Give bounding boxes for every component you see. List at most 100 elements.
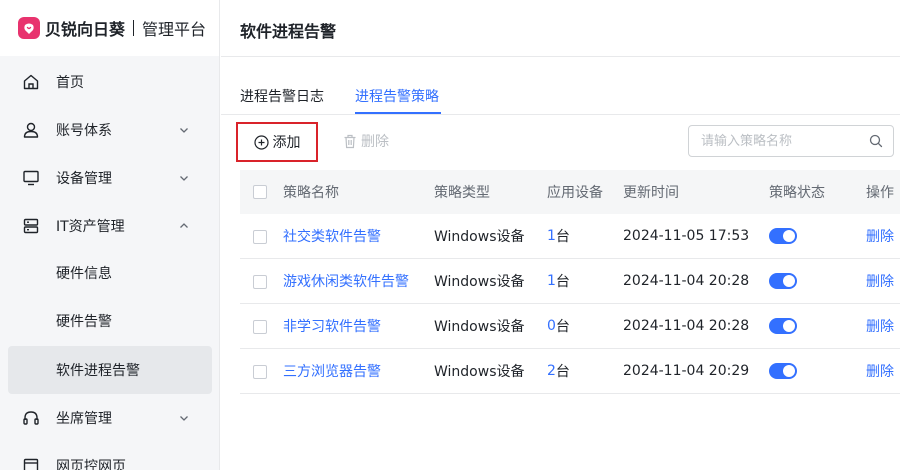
plus-circle-icon [253, 134, 269, 150]
delete-link[interactable]: 删除 [866, 214, 894, 258]
policy-name-link[interactable]: 非学习软件告警 [283, 304, 381, 348]
row-checkbox[interactable] [253, 230, 267, 244]
policy-name-link[interactable]: 三方浏览器告警 [283, 349, 381, 393]
row-checkbox[interactable] [253, 320, 267, 334]
device-unit: 台 [555, 274, 570, 290]
delete-button-label: 删除 [361, 134, 389, 150]
device-count: 1台 [547, 259, 570, 303]
sidebar-item-it-assets[interactable]: IT资产管理 [8, 203, 212, 249]
sidebar-item-hardware-info[interactable]: 硬件信息 [8, 250, 212, 296]
column-header-actions: 操作 [866, 185, 894, 201]
chevron-up-icon [180, 223, 188, 228]
search-icon[interactable] [869, 134, 883, 148]
updated-time: 2024-11-04 20:28 [623, 318, 750, 334]
brand-subtitle: 管理平台 [142, 20, 207, 39]
add-button[interactable]: 添加 [236, 122, 318, 162]
chevron-down-icon [180, 176, 188, 181]
tabs-divider [221, 114, 900, 115]
page-title: 软件进程告警 [240, 22, 337, 41]
delete-link[interactable]: 删除 [866, 349, 894, 393]
policy-type: Windows设备 [434, 319, 525, 335]
sidebar-item-label: 首页 [56, 75, 84, 91]
sunlogin-logo-icon [18, 17, 40, 39]
row-checkbox[interactable] [253, 275, 267, 289]
brand-divider [133, 20, 135, 36]
sidebar-item-hardware-alerts[interactable]: 硬件告警 [8, 298, 212, 344]
status-toggle[interactable] [769, 363, 797, 379]
sidebar-item-software-process-alerts[interactable]: 软件进程告警 [8, 346, 212, 394]
delete-button[interactable]: 删除 [343, 131, 389, 151]
status-cell [769, 214, 797, 258]
sidebar-item-devices[interactable]: 设备管理 [8, 155, 212, 201]
status-toggle[interactable] [769, 318, 797, 334]
status-toggle[interactable] [769, 273, 797, 289]
row-checkbox[interactable] [253, 365, 267, 379]
status-toggle[interactable] [769, 228, 797, 244]
search-box [688, 125, 894, 157]
policy-type: Windows设备 [434, 229, 525, 245]
add-button-label: 添加 [272, 135, 301, 151]
tab-alert-log[interactable]: 进程告警日志 [240, 86, 324, 106]
home-icon [23, 74, 39, 90]
status-cell [769, 259, 797, 303]
sidebar-item-label: 硬件信息 [56, 266, 112, 282]
policy-type: Windows设备 [434, 274, 525, 290]
device-unit: 台 [555, 364, 570, 380]
column-header-devices: 应用设备 [547, 185, 603, 201]
device-count-link[interactable]: 1 [547, 228, 556, 244]
policy-type: Windows设备 [434, 364, 525, 380]
title-divider [221, 56, 900, 57]
table-row: 三方浏览器告警 Windows设备 2台 2024-11-04 20:29 删除 [240, 349, 900, 394]
policy-name-link[interactable]: 社交类软件告警 [283, 214, 381, 258]
brand-header: 贝锐向日葵 管理平台 [0, 0, 219, 56]
main-content: 软件进程告警 进程告警日志 进程告警策略 添加 删除 策略名称 策略类型 [221, 0, 900, 470]
sidebar-item-label: 坐席管理 [56, 411, 112, 427]
headset-icon [23, 411, 39, 425]
column-header-type: 策略类型 [434, 185, 490, 201]
device-count-link[interactable]: 0 [547, 318, 556, 334]
updated-time: 2024-11-04 20:29 [623, 363, 750, 379]
sidebar-item-accounts[interactable]: 账号体系 [8, 107, 212, 153]
sidebar-item-home[interactable]: 首页 [8, 59, 212, 105]
web-icon [23, 458, 39, 470]
device-unit: 台 [555, 229, 570, 245]
status-cell [769, 304, 797, 348]
updated-time: 2024-11-04 20:28 [623, 273, 750, 289]
brand-name: 贝锐向日葵 [45, 20, 126, 39]
column-header-status: 策略状态 [769, 185, 825, 201]
user-icon [23, 122, 39, 138]
device-count-link[interactable]: 1 [547, 273, 556, 289]
select-all-checkbox[interactable] [253, 185, 267, 199]
table-row: 社交类软件告警 Windows设备 1台 2024-11-05 17:53 删除 [240, 214, 900, 259]
delete-link[interactable]: 删除 [866, 304, 894, 348]
status-cell [769, 349, 797, 393]
chevron-down-icon [180, 128, 188, 133]
sidebar-item-seats[interactable]: 坐席管理 [8, 395, 212, 441]
monitor-icon [23, 170, 39, 186]
sidebar-item-label: 设备管理 [56, 171, 112, 187]
sidebar-item-web-control[interactable]: 网页控网页 [8, 443, 212, 470]
device-count: 0台 [547, 304, 570, 348]
sidebar: 贝锐向日葵 管理平台 首页 账号体系 设备管理 IT资产管理 硬件信息 硬件告警… [0, 0, 220, 470]
server-icon [23, 218, 39, 234]
table-header: 策略名称 策略类型 应用设备 更新时间 策略状态 操作 [240, 170, 900, 214]
sidebar-item-label: 网页控网页 [56, 459, 126, 470]
trash-icon [344, 134, 356, 148]
device-count: 1台 [547, 214, 570, 258]
policy-table: 策略名称 策略类型 应用设备 更新时间 策略状态 操作 社交类软件告警 Wind… [240, 170, 900, 394]
chevron-down-icon [180, 416, 188, 421]
sidebar-item-label: 软件进程告警 [56, 363, 140, 379]
search-input[interactable] [689, 126, 861, 156]
table-row: 非学习软件告警 Windows设备 0台 2024-11-04 20:28 删除 [240, 304, 900, 349]
tab-alert-policy[interactable]: 进程告警策略 [355, 86, 439, 106]
device-count-link[interactable]: 2 [547, 363, 556, 379]
sidebar-item-label: 账号体系 [56, 123, 112, 139]
table-row: 游戏休闲类软件告警 Windows设备 1台 2024-11-04 20:28 … [240, 259, 900, 304]
device-count: 2台 [547, 349, 570, 393]
policy-name-link[interactable]: 游戏休闲类软件告警 [283, 259, 409, 303]
delete-link[interactable]: 删除 [866, 259, 894, 303]
column-header-updated: 更新时间 [623, 185, 679, 201]
updated-time: 2024-11-05 17:53 [623, 228, 750, 244]
sidebar-item-label: IT资产管理 [56, 219, 125, 235]
sidebar-item-label: 硬件告警 [56, 314, 112, 330]
